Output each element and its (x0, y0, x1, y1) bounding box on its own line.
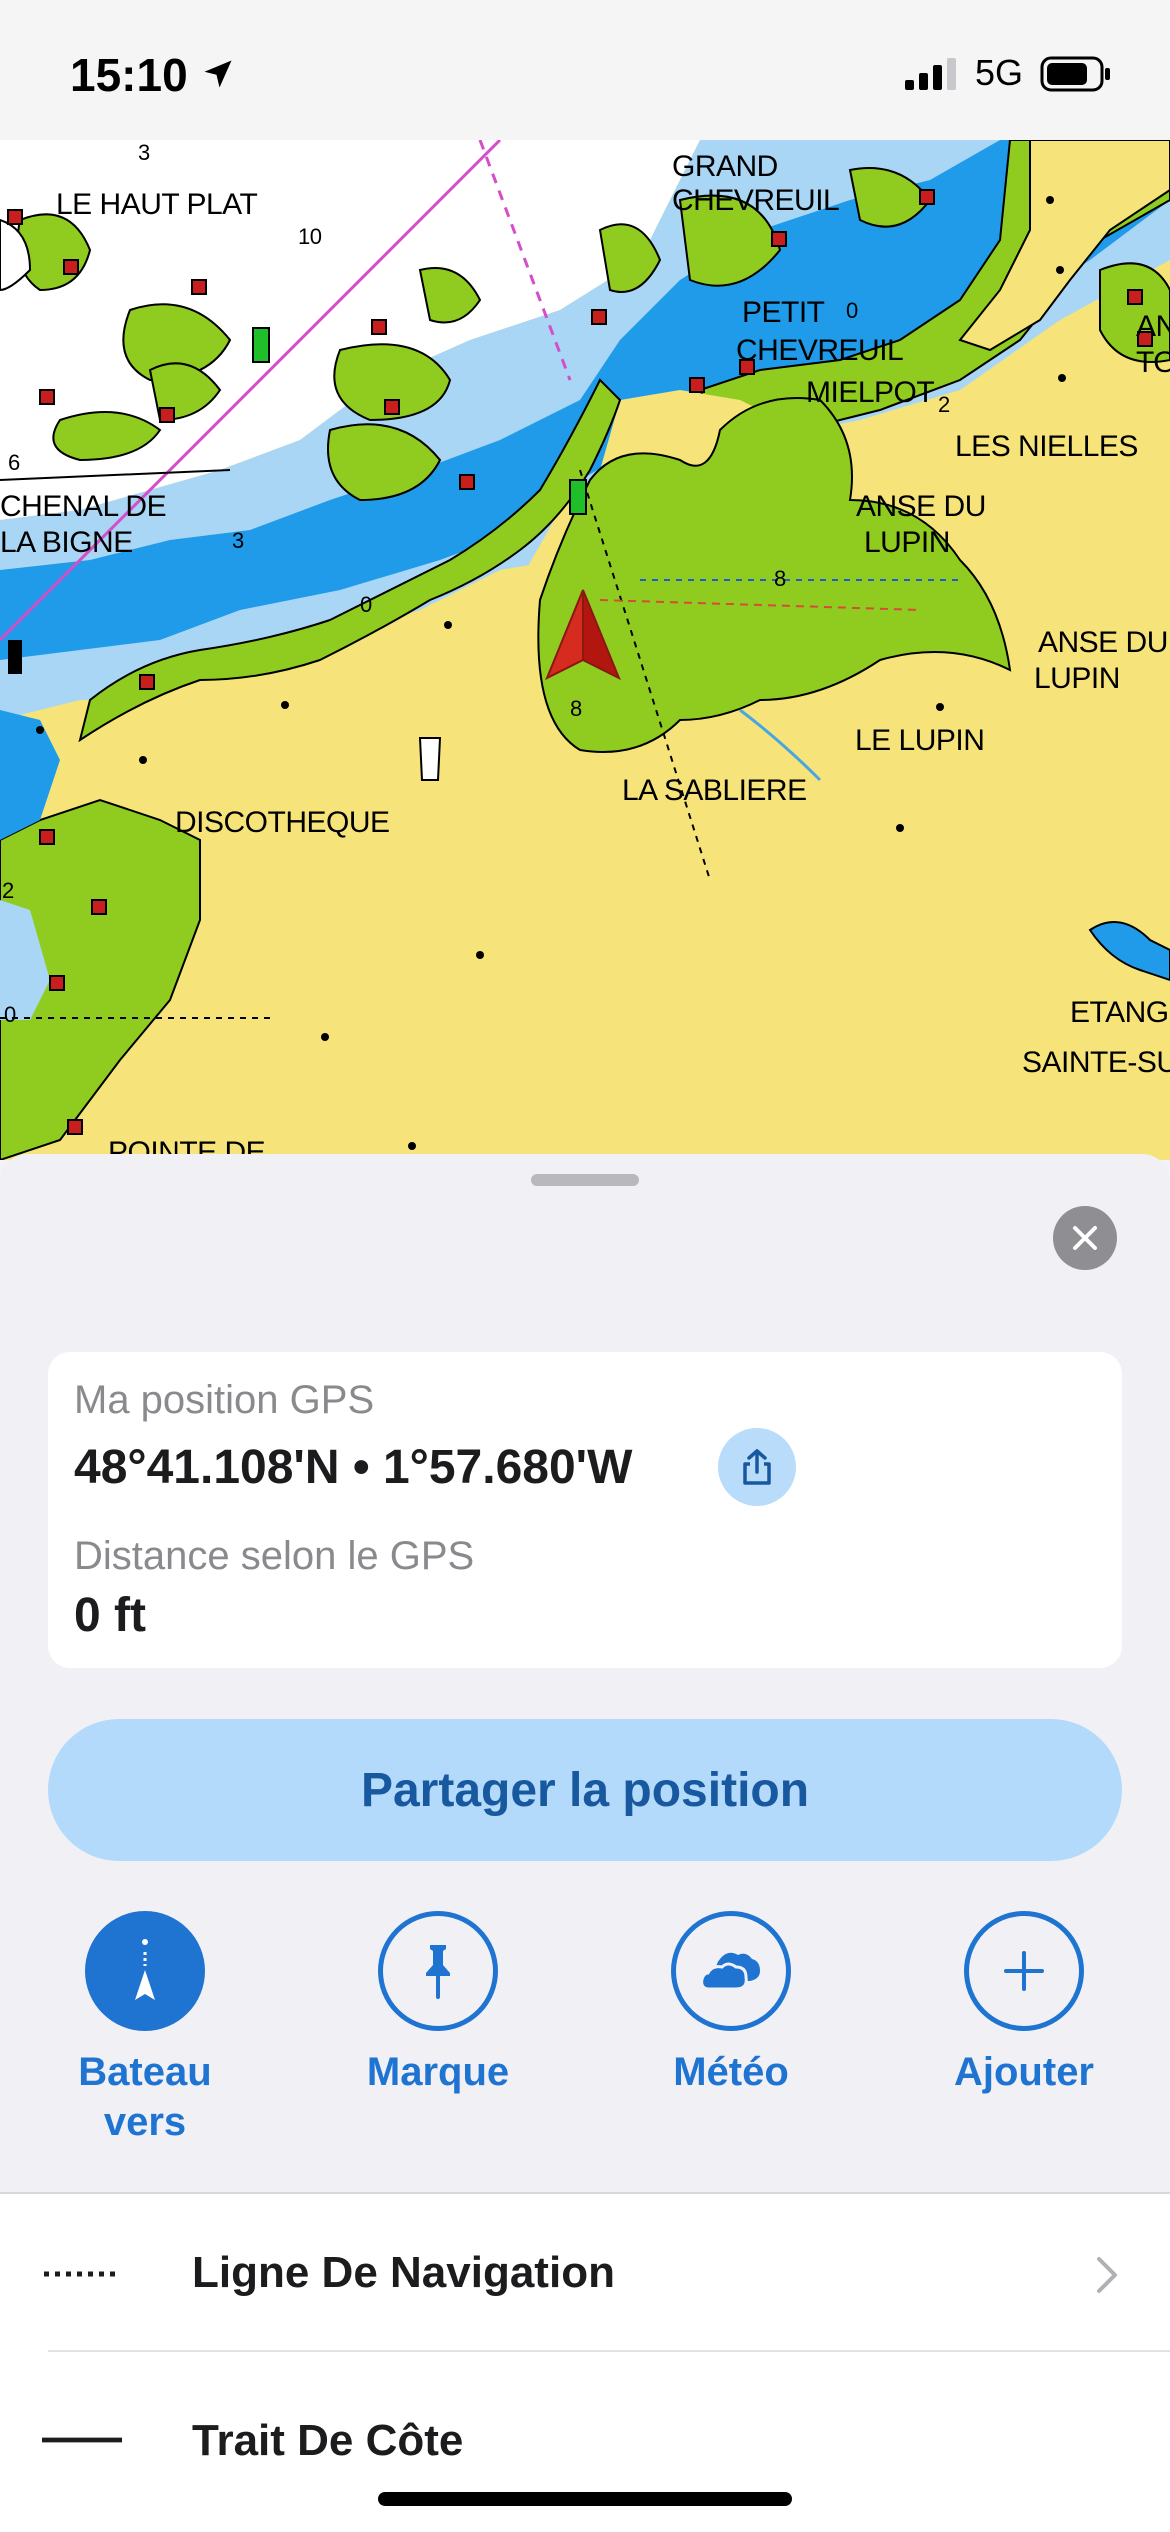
map-label: LUPIN (1034, 662, 1120, 695)
boat-to-circle (85, 1911, 205, 2031)
sounding: 10 (298, 224, 322, 249)
sounding: 0 (360, 592, 372, 617)
map-label: ETANG (1070, 996, 1169, 1029)
sheet-grabber[interactable] (531, 1174, 639, 1186)
pin-icon (426, 1945, 450, 1999)
sounding: 2 (2, 878, 14, 903)
map-label: LE LUPIN (855, 724, 985, 757)
mark-circle (378, 1911, 498, 2031)
weather-circle (671, 1911, 791, 2031)
list-item-label: Trait De Côte (192, 2416, 464, 2465)
map-label: PETIT (742, 296, 825, 329)
network-type: 5G (975, 52, 1024, 93)
weather-label: Météo (673, 2050, 789, 2094)
sounding: 0 (4, 1002, 16, 1027)
map-label: TO (1136, 346, 1170, 379)
map-label: LE HAUT PLAT (56, 188, 258, 221)
map-label: LA SABLIERE (622, 774, 807, 807)
map-label: ANSE DU (856, 490, 986, 523)
map-label: LUPIN (864, 526, 950, 559)
sounding: 2 (938, 392, 950, 417)
map-label: SAINTE-SU (1022, 1046, 1170, 1079)
map-label: CHEVREUIL (736, 334, 904, 367)
add-button[interactable]: Ajouter (914, 1911, 1134, 2097)
map-label: CHENAL DE (0, 490, 167, 523)
divider (48, 2350, 1170, 2352)
share-coordinates-button[interactable] (718, 1428, 796, 1506)
add-label: Ajouter (954, 2050, 1094, 2094)
weather-button[interactable]: Météo (621, 1911, 841, 2097)
signal-icon (905, 58, 956, 90)
chart-graphics (0, 140, 1170, 1160)
sounding: 3 (138, 140, 150, 165)
location-arrow-icon (204, 60, 232, 88)
chevron-right-icon (1097, 2257, 1117, 2293)
status-time: 15:10 (70, 49, 188, 101)
boat-to-label-line2: vers (103, 2100, 187, 2144)
share-icon (743, 1449, 771, 1485)
mark-label: Marque (366, 2050, 510, 2094)
sounding: 0 (846, 298, 858, 323)
map-label: LES NIELLES (955, 430, 1138, 463)
boat-to-icon (135, 1939, 155, 2000)
map-label: CHEVREUIL (672, 184, 840, 217)
distance-label: Distance selon le GPS (74, 1534, 475, 1578)
line-style-list: Ligne De Navigation Trait De Côte (0, 2194, 1170, 2532)
gps-position-label: Ma position GPS (74, 1378, 375, 1422)
nautical-chart[interactable]: LE HAUT PLAT GRAND CHEVREUIL PETIT CHEVR… (0, 140, 1170, 1160)
boat-to-label-line1: Bateau (78, 2050, 212, 2094)
status-bar: 15:10 5G (0, 0, 1170, 140)
map-label: DISCOTHEQUE (175, 806, 390, 839)
list-item-navigation-line[interactable]: Ligne De Navigation (0, 2194, 1170, 2360)
battery-icon (1040, 56, 1110, 92)
distance-value: 0 ft (74, 1589, 146, 1642)
boat-to-label: Bateau vers (35, 2047, 255, 2147)
mark-button[interactable]: Marque (328, 1911, 548, 2097)
boat-to-button[interactable]: Bateau vers (35, 1911, 255, 2147)
map-label: ANSE DU (1038, 626, 1168, 659)
close-button[interactable] (1053, 1206, 1117, 1270)
close-icon (1073, 1226, 1097, 1250)
home-indicator[interactable] (378, 2492, 792, 2506)
share-position-button[interactable]: Partager la position (48, 1719, 1122, 1861)
bottom-sheet: Ma position GPS 48°41.108'N • 1°57.680'W… (0, 1154, 1170, 2532)
sounding: 8 (570, 696, 582, 721)
map-label: AN (1136, 310, 1170, 343)
sounding: 3 (232, 528, 244, 553)
map-label: GRAND (672, 150, 778, 183)
gps-coordinates: 48°41.108'N • 1°57.680'W (74, 1441, 633, 1494)
dotted-line-icon (44, 2271, 120, 2277)
solid-line-icon (42, 2437, 122, 2443)
map-label: LA BIGNE (0, 526, 133, 559)
map-label: MIELPOT (806, 376, 935, 409)
list-item-label: Ligne De Navigation (192, 2248, 615, 2297)
sounding: 8 (774, 566, 786, 591)
gps-position-card: Ma position GPS 48°41.108'N • 1°57.680'W… (48, 1352, 1122, 1668)
cloud-icon (700, 1952, 760, 1991)
plus-icon (1004, 1951, 1044, 1991)
add-circle (964, 1911, 1084, 2031)
sounding: 6 (8, 450, 20, 475)
